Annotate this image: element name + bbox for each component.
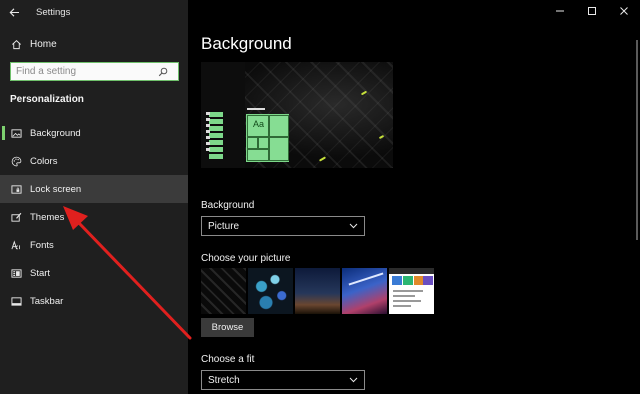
window-title: Settings xyxy=(36,6,71,18)
sidebar-item-themes[interactable]: Themes xyxy=(0,203,188,231)
background-type-dropdown[interactable]: Picture xyxy=(201,216,365,236)
sidebar-item-label: Taskbar xyxy=(30,295,64,307)
preview-label-line xyxy=(247,108,265,110)
fonts-icon xyxy=(10,239,22,251)
title-bar: Settings xyxy=(0,0,188,24)
main-content: Background Aa Background Picture Choose … xyxy=(188,0,640,394)
sidebar-item-fonts[interactable]: Fonts xyxy=(0,231,188,259)
sidebar-item-label: Lock screen xyxy=(30,183,82,195)
sidebar-item-label: Background xyxy=(30,127,81,139)
taskbar-icon xyxy=(10,295,22,307)
close-icon xyxy=(620,7,628,15)
sidebar-item-start[interactable]: Start xyxy=(0,259,188,287)
brush-icon xyxy=(10,211,22,223)
picture-icon xyxy=(10,127,22,139)
picture-thumbnail[interactable] xyxy=(248,268,293,314)
picture-thumbnail[interactable] xyxy=(201,268,246,314)
section-heading: Personalization xyxy=(10,94,84,105)
fit-dropdown[interactable]: Stretch xyxy=(201,370,365,390)
start-icon xyxy=(10,267,22,279)
picture-thumbnail[interactable] xyxy=(295,268,340,314)
page-title: Background xyxy=(201,34,292,53)
picture-thumbnail[interactable] xyxy=(342,268,387,314)
preview-start-lines xyxy=(206,112,222,154)
chevron-down-icon xyxy=(349,223,358,229)
preview-tiles: Aa xyxy=(246,114,289,162)
sidebar-item-taskbar[interactable]: Taskbar xyxy=(0,287,188,315)
sidebar-item-background[interactable]: Background xyxy=(0,119,188,147)
browse-button[interactable]: Browse xyxy=(201,318,254,337)
background-label: Background xyxy=(201,200,255,211)
scrollbar[interactable] xyxy=(636,40,638,240)
sidebar-item-label: Fonts xyxy=(30,239,54,251)
search-box[interactable] xyxy=(10,62,179,81)
picture-thumbnail[interactable] xyxy=(389,268,434,314)
search-icon[interactable] xyxy=(156,65,170,79)
window-controls xyxy=(544,0,640,22)
back-button[interactable] xyxy=(0,0,28,24)
sidebar-item-label: Themes xyxy=(30,211,65,223)
palette-icon xyxy=(10,155,22,167)
search-input[interactable] xyxy=(11,66,156,77)
back-arrow-icon xyxy=(9,7,19,17)
choose-picture-label: Choose your picture xyxy=(201,253,291,264)
sidebar-item-colors[interactable]: Colors xyxy=(0,147,188,175)
selected-indicator xyxy=(2,126,5,140)
dropdown-value: Picture xyxy=(208,220,240,232)
maximize-button[interactable] xyxy=(576,0,608,22)
dropdown-value: Stretch xyxy=(208,374,240,386)
home-icon xyxy=(10,38,22,50)
minimize-button[interactable] xyxy=(544,0,576,22)
home-label: Home xyxy=(30,38,57,50)
sidebar: Settings Home Personalization Background… xyxy=(0,0,188,394)
preview-tile-text: Aa xyxy=(253,119,265,129)
sidebar-item-label: Start xyxy=(30,267,51,279)
lock-screen-icon xyxy=(10,183,22,195)
chevron-down-icon xyxy=(349,377,358,383)
background-preview: Aa xyxy=(201,62,393,168)
sidebar-item-label: Colors xyxy=(30,155,58,167)
picture-thumbnails xyxy=(201,268,434,314)
maximize-icon xyxy=(588,7,596,15)
fit-label: Choose a fit xyxy=(201,354,255,365)
sidebar-item-lock-screen[interactable]: Lock screen xyxy=(0,175,188,203)
nav-list: Background Colors Lock screen Themes Fon… xyxy=(0,119,188,315)
close-button[interactable] xyxy=(608,0,640,22)
home-nav-item[interactable]: Home xyxy=(0,33,188,55)
minimize-icon xyxy=(556,10,564,12)
